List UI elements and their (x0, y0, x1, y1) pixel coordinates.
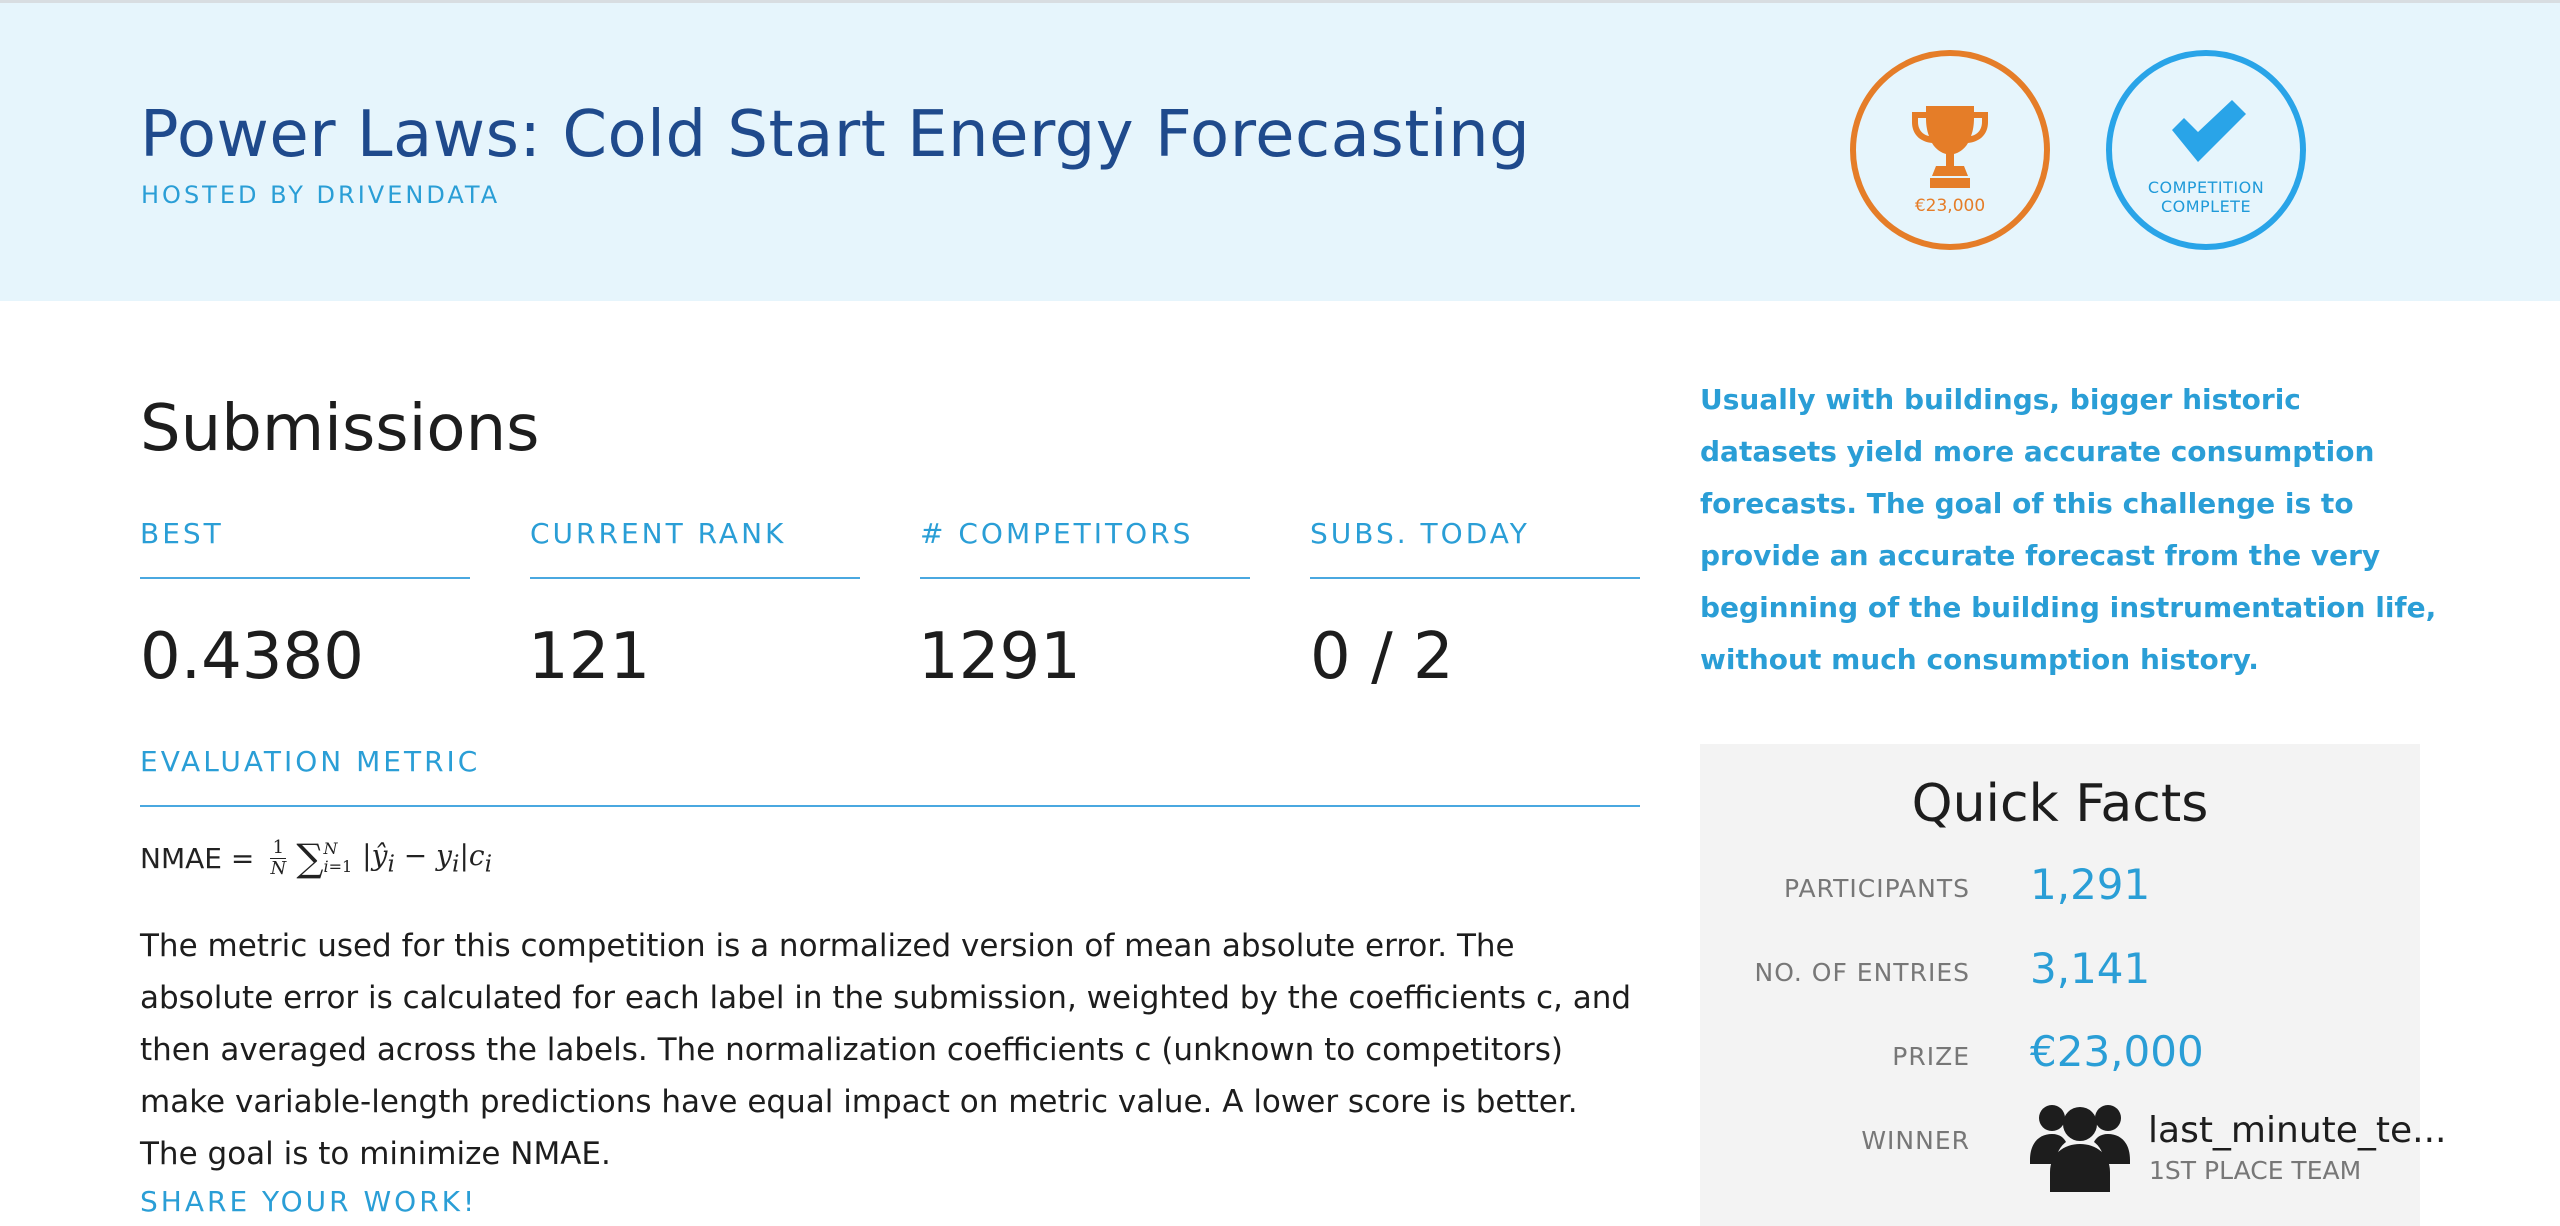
formula-fraction: 1N (270, 836, 287, 879)
quick-facts-panel: Quick Facts PARTICIPANTS 1,291 NO. OF EN… (1700, 744, 2447, 1226)
prize-badge: €23,000 (1850, 50, 2050, 250)
submissions-heading: Submissions (140, 392, 540, 466)
stat-label-subs-today: SUBS. TODAY (1310, 517, 1530, 550)
fact-label-entries: NO. OF ENTRIES (1754, 958, 1970, 987)
stat-label-best: BEST (140, 517, 224, 550)
winner-subtitle: 1ST PLACE TEAM (2149, 1156, 2362, 1185)
fact-label-winner: WINNER (1861, 1126, 1970, 1155)
competition-blurb: Usually with buildings, bigger historic … (1700, 383, 2437, 676)
stat-label-rank: CURRENT RANK (530, 517, 787, 550)
stat-value-best: 0.4380 (140, 620, 364, 694)
formula-sum-bounds: Ni=1 (323, 839, 353, 876)
stat-divider (530, 577, 860, 579)
evaluation-divider (140, 805, 1640, 807)
stat-value-competitors: 1291 (918, 620, 1081, 694)
formula-sum: ∑ (296, 836, 324, 880)
competition-status-badge: COMPETITION COMPLETE (2106, 50, 2306, 250)
team-icon (2030, 1098, 2130, 1196)
stat-value-subs-today: 0 / 2 (1310, 620, 1454, 694)
competition-header: Power Laws: Cold Start Energy Forecastin… (0, 3, 2560, 301)
quick-facts-title: Quick Facts (1911, 774, 2209, 834)
status-line-2: COMPLETE (2160, 197, 2252, 216)
prize-amount: €23,000 (1914, 196, 1986, 216)
evaluation-metric-heading: EVALUATION METRIC (140, 745, 481, 778)
metric-formula: NMAE = 1N ∑ Ni=1 |ŷi − yi|ci (140, 836, 492, 880)
fact-label-participants: PARTICIPANTS (1783, 874, 1970, 903)
competition-status-text: COMPETITION COMPLETE (2112, 178, 2300, 216)
hosted-by-label[interactable]: HOSTED BY DRIVENDATA (141, 181, 500, 209)
metric-description: The metric used for this competition is … (140, 928, 1632, 1172)
stat-divider (140, 577, 470, 579)
formula-body: |ŷi − yi|ci (362, 838, 493, 878)
fact-value-entries: 3,141 (2030, 944, 2151, 993)
fact-value-prize: €23,000 (2030, 1027, 2204, 1076)
share-your-work-heading: SHARE YOUR WORK! (140, 1185, 478, 1218)
status-line-1: COMPETITION (2147, 178, 2265, 197)
trophy-icon (1912, 106, 1988, 192)
competition-title: Power Laws: Cold Start Energy Forecastin… (140, 98, 1531, 172)
fact-value-participants: 1,291 (2030, 860, 2151, 909)
stat-value-rank: 121 (528, 620, 651, 694)
stat-divider (1310, 577, 1640, 579)
stat-divider (920, 577, 1250, 579)
winner-name[interactable]: last_minute_te... (2148, 1110, 2447, 1151)
checkmark-icon (2168, 100, 2248, 168)
formula-name: NMAE = (140, 841, 255, 875)
fact-label-prize: PRIZE (1892, 1042, 1970, 1071)
stat-label-competitors: # COMPETITORS (920, 517, 1194, 550)
